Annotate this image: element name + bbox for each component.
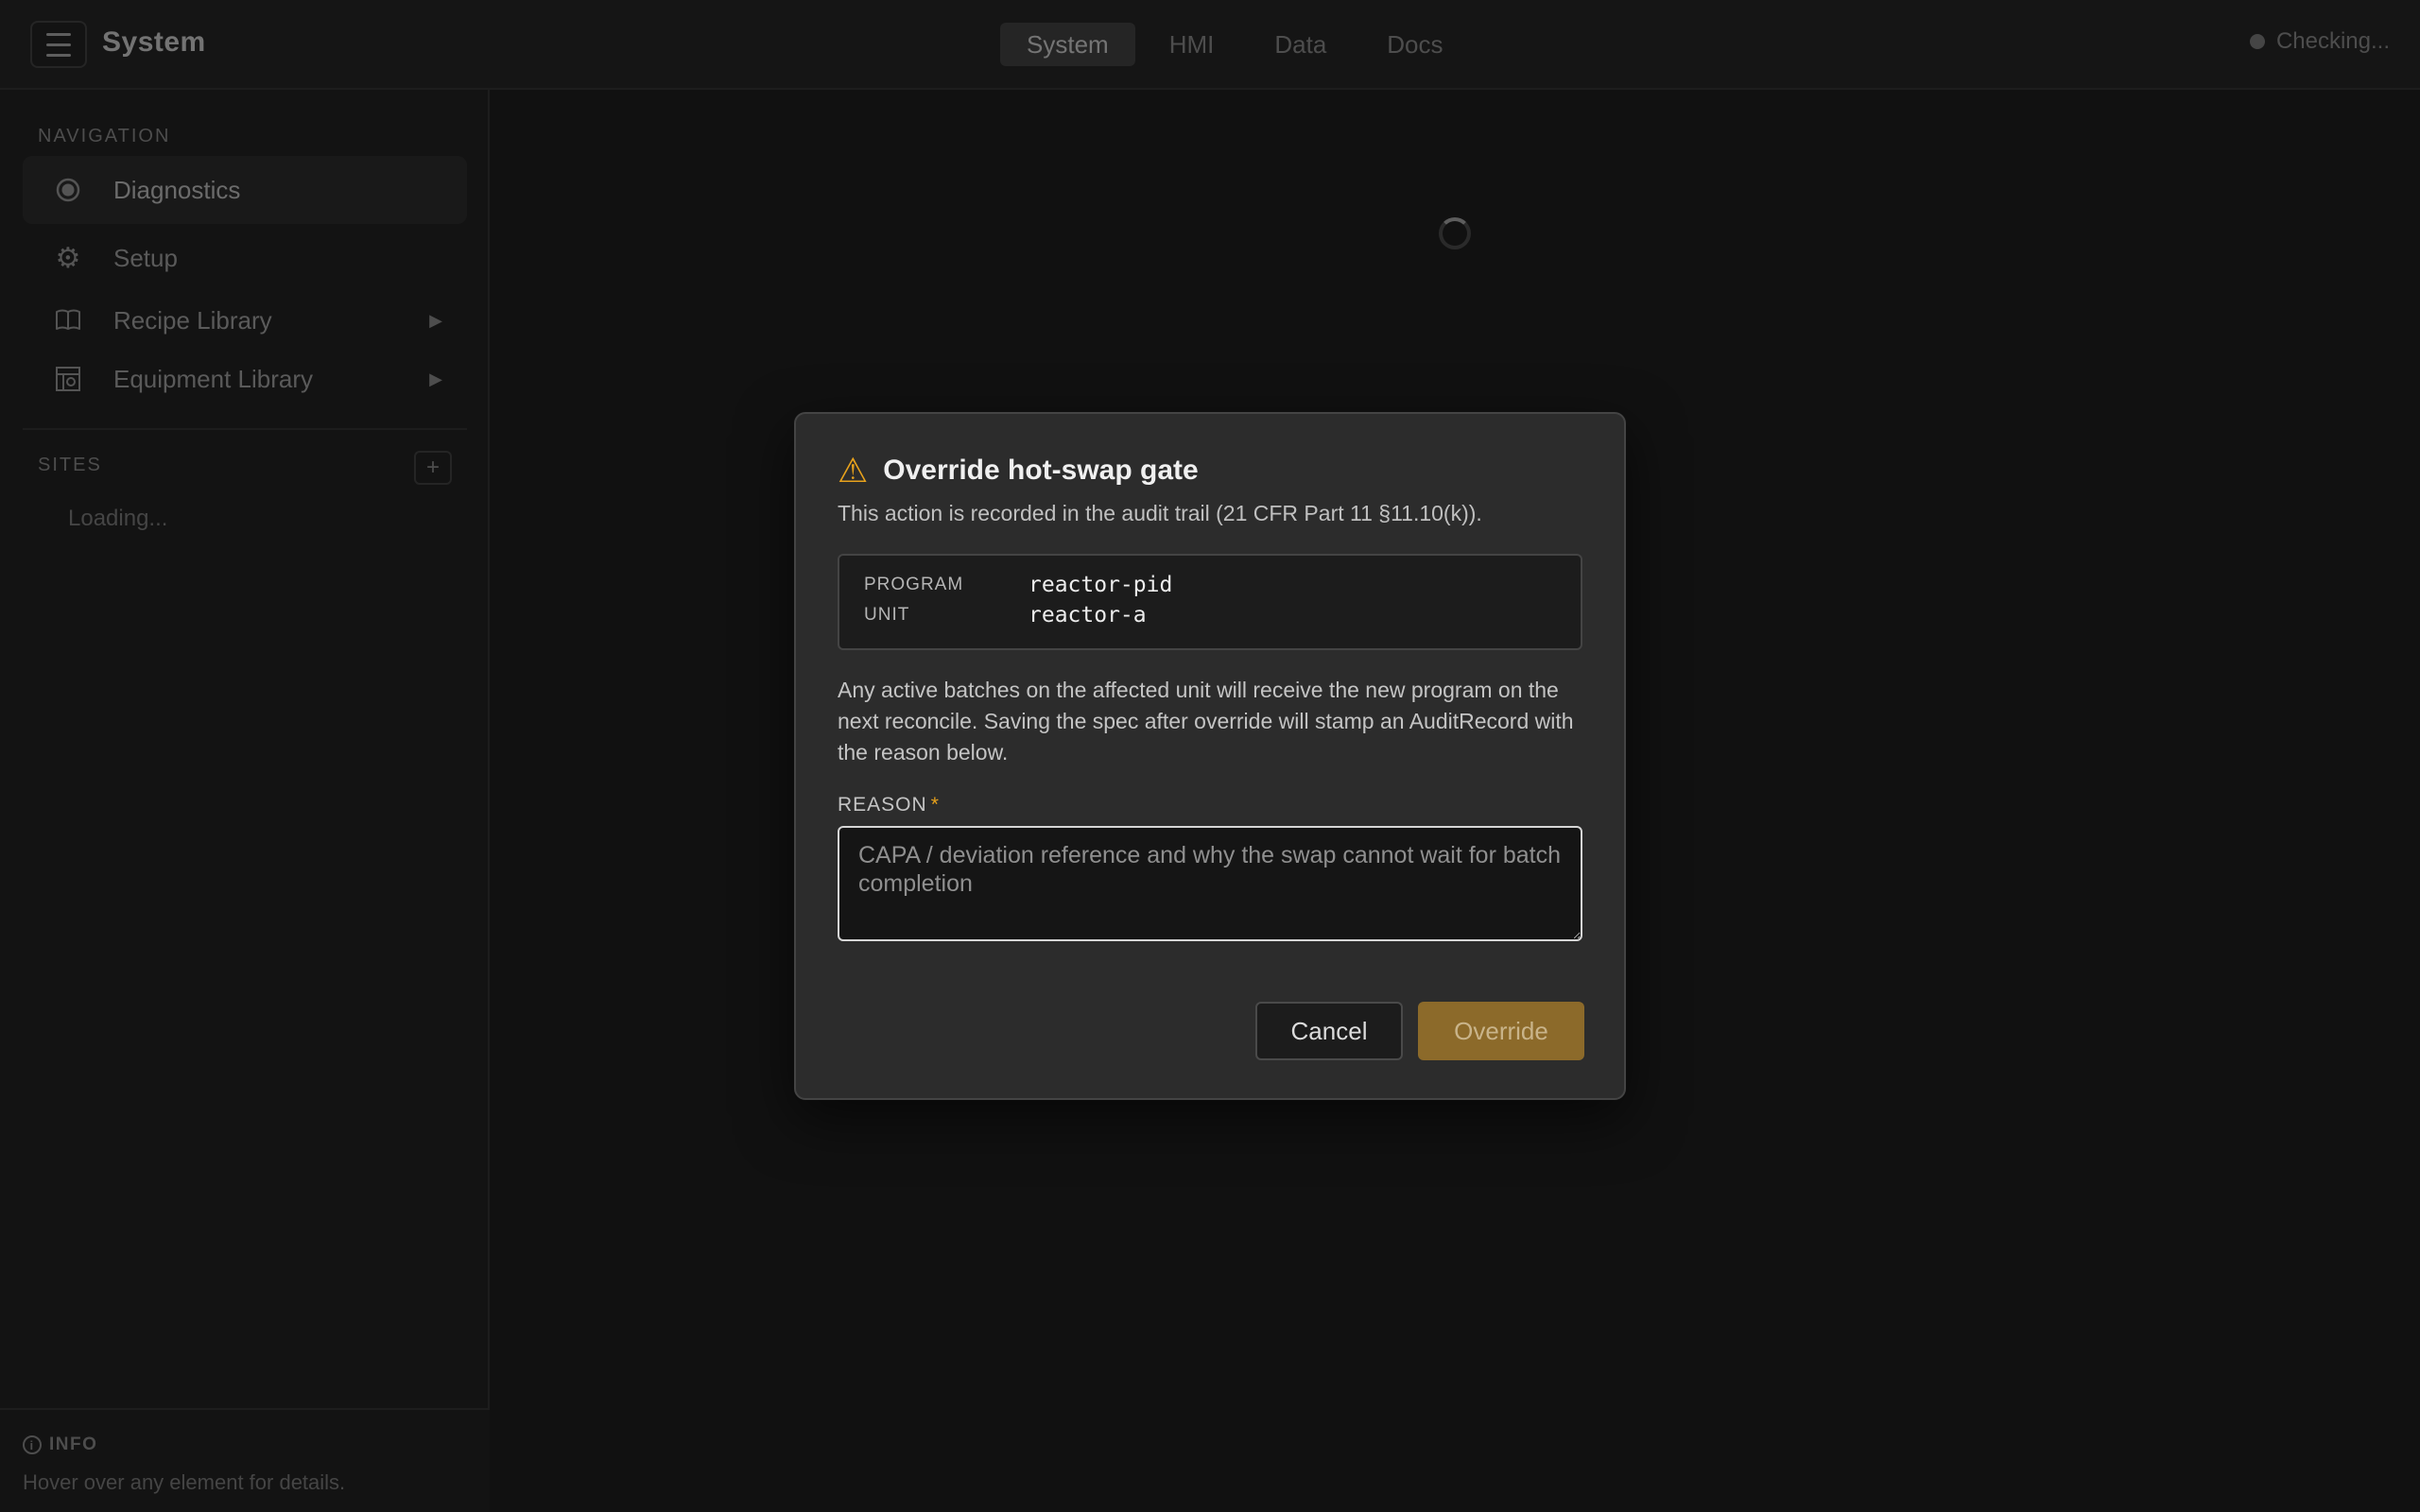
required-marker: *	[930, 794, 940, 816]
warning-icon: ⚠	[838, 451, 869, 490]
override-button[interactable]: Override	[1418, 1002, 1584, 1060]
cancel-button[interactable]: Cancel	[1255, 1002, 1403, 1060]
override-dialog: ⚠ Override hot-swap gate This action is …	[794, 412, 1626, 1100]
reason-input[interactable]	[838, 826, 1582, 941]
unit-key: UNIT	[864, 605, 910, 625]
dialog-header: ⚠ Override hot-swap gate	[838, 454, 1199, 488]
dialog-title: Override hot-swap gate	[883, 455, 1199, 486]
dialog-subtitle: This action is recorded in the audit tra…	[838, 501, 1482, 525]
reason-label-text: REASON	[838, 794, 927, 816]
program-value: reactor-pid	[1028, 573, 1173, 597]
unit-value: reactor-a	[1028, 603, 1147, 627]
reason-label: REASON *	[838, 794, 940, 816]
program-key: PROGRAM	[864, 575, 964, 594]
override-details: PROGRAM reactor-pid UNIT reactor-a	[838, 554, 1582, 650]
dialog-description: Any active batches on the affected unit …	[838, 678, 1574, 765]
